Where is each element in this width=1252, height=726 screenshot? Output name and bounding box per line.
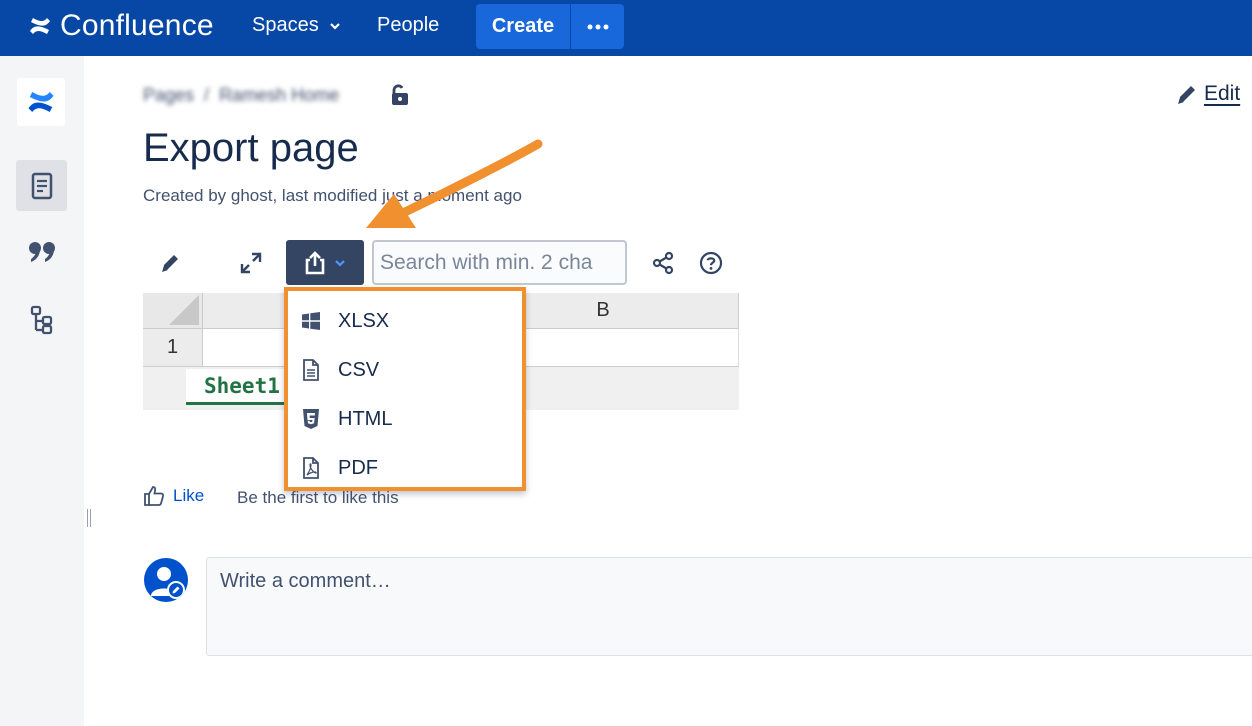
export-xlsx-option[interactable]: XLSX — [300, 305, 389, 337]
export-dropdown-button[interactable] — [286, 240, 364, 285]
thumbs-up-icon — [144, 486, 165, 506]
share-icon — [652, 251, 674, 275]
comment-input[interactable]: Write a comment… — [206, 557, 1252, 656]
breadcrumb-item[interactable]: Pages — [143, 85, 194, 106]
avatar-icon — [151, 567, 185, 599]
sheet-search-input[interactable] — [372, 240, 627, 285]
page-title: Export page — [143, 126, 359, 170]
windows-icon — [300, 310, 322, 332]
share-button[interactable] — [650, 250, 676, 276]
export-pdf-option[interactable]: PDF — [300, 452, 378, 484]
expand-icon — [240, 252, 262, 274]
unlock-icon[interactable] — [389, 83, 411, 107]
create-button[interactable]: Create — [476, 4, 570, 49]
confluence-space-icon — [28, 92, 54, 112]
export-menu: XLSX CSV HTML PDF — [284, 287, 526, 491]
space-logo[interactable] — [17, 78, 65, 126]
chevron-down-icon — [329, 22, 340, 30]
more-dots-icon — [587, 24, 608, 29]
like-button[interactable]: Like — [143, 485, 204, 507]
export-option-label: CSV — [338, 358, 380, 381]
export-csv-option[interactable]: CSV — [300, 354, 379, 386]
breadcrumb-separator: / — [204, 85, 210, 105]
chevron-down-icon — [335, 259, 345, 267]
confluence-logo[interactable]: Confluence — [28, 9, 214, 43]
breadcrumb-item[interactable]: Ramesh Home — [219, 85, 339, 106]
blog-button[interactable] — [16, 226, 67, 277]
select-all-corner[interactable] — [143, 293, 203, 329]
page-tree-icon — [30, 305, 52, 334]
export-icon — [305, 250, 325, 274]
nav-spaces-label: Spaces — [252, 14, 319, 36]
export-html-option[interactable]: HTML — [300, 403, 392, 435]
breadcrumb: Pages / Ramesh Home — [143, 85, 339, 106]
nav-people[interactable]: People — [377, 14, 439, 37]
page-tree-button[interactable] — [16, 294, 67, 345]
sidebar-resize-handle[interactable] — [87, 509, 91, 527]
pdf-icon — [300, 457, 322, 479]
row-header[interactable]: 1 — [143, 329, 203, 367]
edit-label: Edit — [1204, 82, 1241, 105]
user-avatar — [144, 558, 188, 602]
help-button[interactable] — [698, 250, 724, 276]
nav-spaces[interactable]: Spaces — [252, 14, 341, 37]
export-option-label: XLSX — [338, 309, 390, 332]
page-icon — [31, 172, 52, 199]
pencil-icon — [162, 255, 178, 272]
quote-icon — [28, 241, 55, 262]
edit-button[interactable]: Edit — [1176, 82, 1240, 106]
top-navigation: Confluence Spaces People Create — [0, 0, 1252, 56]
confluence-logo-icon — [30, 18, 50, 34]
more-button[interactable] — [570, 4, 624, 49]
document-icon — [300, 359, 322, 381]
html5-icon — [300, 408, 322, 430]
app-name: Confluence — [60, 9, 214, 42]
export-option-label: PDF — [338, 456, 378, 479]
like-summary: Be the first to like this — [237, 488, 399, 507]
help-icon — [699, 251, 723, 275]
edit-sheet-button[interactable] — [158, 250, 184, 276]
annotation-arrow — [366, 139, 543, 228]
space-sidebar — [0, 56, 84, 726]
pages-button[interactable] — [16, 160, 67, 211]
fullscreen-button[interactable] — [238, 250, 264, 276]
nav-people-label: People — [377, 14, 440, 36]
like-label: Like — [173, 486, 205, 505]
export-option-label: HTML — [338, 407, 393, 430]
pencil-icon — [1178, 86, 1195, 104]
